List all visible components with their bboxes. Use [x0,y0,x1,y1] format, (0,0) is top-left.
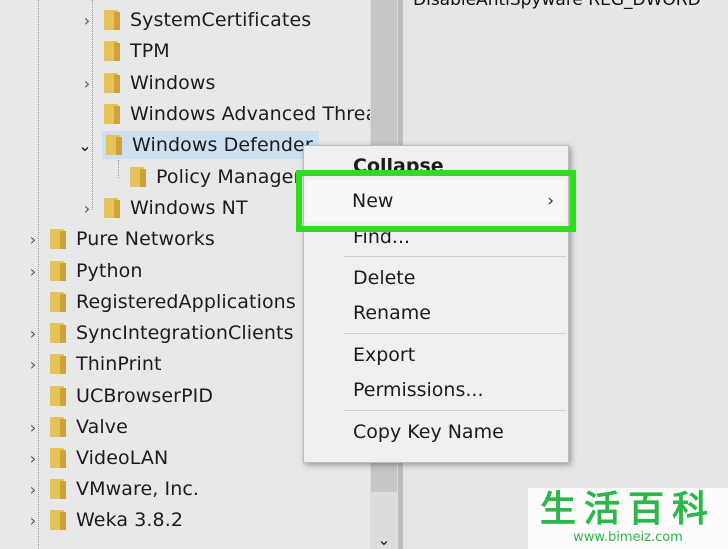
folder-icon [130,167,146,187]
tree-item-ucbrowserpid[interactable]: › UCBrowserPID [26,382,213,410]
menu-item-delete[interactable]: Delete [304,262,568,294]
tree-item-thinprint[interactable]: › ThinPrint [26,350,162,378]
chevron-right-icon[interactable]: › [26,324,40,343]
folder-icon [50,417,66,437]
menu-item-copy-key-name[interactable]: Copy Key Name [304,416,568,448]
menu-separator [344,333,566,334]
tree-item-videolan[interactable]: › VideoLAN [26,444,168,472]
menu-item-rename[interactable]: Rename [304,297,568,329]
tree-item-vmware[interactable]: › VMware, Inc. [26,475,199,503]
tree-item-weka[interactable]: › Weka 3.8.2 [26,506,183,534]
folder-icon [50,479,66,499]
chevron-right-icon[interactable]: › [80,74,94,93]
chevron-right-icon[interactable]: › [80,199,94,218]
folder-icon [104,104,120,124]
watermark: 生活百科 www.bimeiz.com [528,488,728,549]
chevron-right-icon[interactable]: › [26,511,40,530]
watermark-chinese-text: 生活百科 [539,489,716,530]
tree-item-selected-highlight[interactable]: Windows Defender [102,131,319,159]
chevron-right-icon[interactable]: › [26,230,40,249]
folder-icon [106,135,122,155]
folder-icon [104,41,120,61]
tree-item-windows[interactable]: › Windows [80,69,216,97]
folder-icon [50,386,66,406]
folder-icon [104,10,120,30]
tree-item-pure-networks[interactable]: › Pure Networks [26,225,215,253]
folder-icon [50,323,66,343]
folder-icon [50,229,66,249]
tree-item-systemcertificates[interactable]: › SystemCertificates [80,6,311,34]
folder-icon [50,510,66,530]
chevron-down-icon[interactable]: ⌄ [78,136,92,155]
tree-item-windows-defender[interactable]: ⌄ Windows Defender [78,131,319,159]
menu-separator [344,256,566,257]
chevron-right-icon[interactable]: › [26,355,40,374]
chevron-right-icon[interactable]: › [26,418,40,437]
tree-item-windows-nt[interactable]: › Windows NT [80,194,248,222]
value-row-partial[interactable]: DisableAntiSpyware REG_DWORD [413,0,701,10]
tree-item-windows-advanced-threat[interactable]: › Windows Advanced Threat [80,100,370,128]
folder-icon [50,261,66,281]
menu-item-export[interactable]: Export [304,339,568,371]
tree-item-policy-manager[interactable]: Policy Manager [130,163,301,191]
scroll-down-icon[interactable]: ⌄ [370,531,398,549]
menu-separator [344,410,566,411]
folder-icon [50,354,66,374]
annotation-highlight-box [296,170,576,232]
chevron-right-icon[interactable]: › [26,262,40,281]
tree-spacer: › [80,44,94,58]
chevron-right-icon[interactable]: › [80,11,94,30]
tree-item-syncintegrationclients[interactable]: › SyncIntegrationClients [26,319,294,347]
tree-spacer: › [26,295,40,309]
folder-icon [104,198,120,218]
chevron-right-icon[interactable]: › [26,480,40,499]
tree-item-registeredapplications[interactable]: › RegisteredApplications [26,288,296,316]
tree-spacer: › [80,107,94,121]
chevron-right-icon[interactable]: › [26,449,40,468]
watermark-url: www.bimeiz.com [573,530,683,545]
tree-spacer: › [26,389,40,403]
folder-icon [104,73,120,93]
folder-icon [50,448,66,468]
tree-item-valve[interactable]: › Valve [26,413,128,441]
tree-item-tpm[interactable]: › TPM [80,37,170,65]
folder-icon [50,292,66,312]
menu-item-permissions[interactable]: Permissions... [304,374,568,406]
tree-item-python[interactable]: › Python [26,257,143,285]
